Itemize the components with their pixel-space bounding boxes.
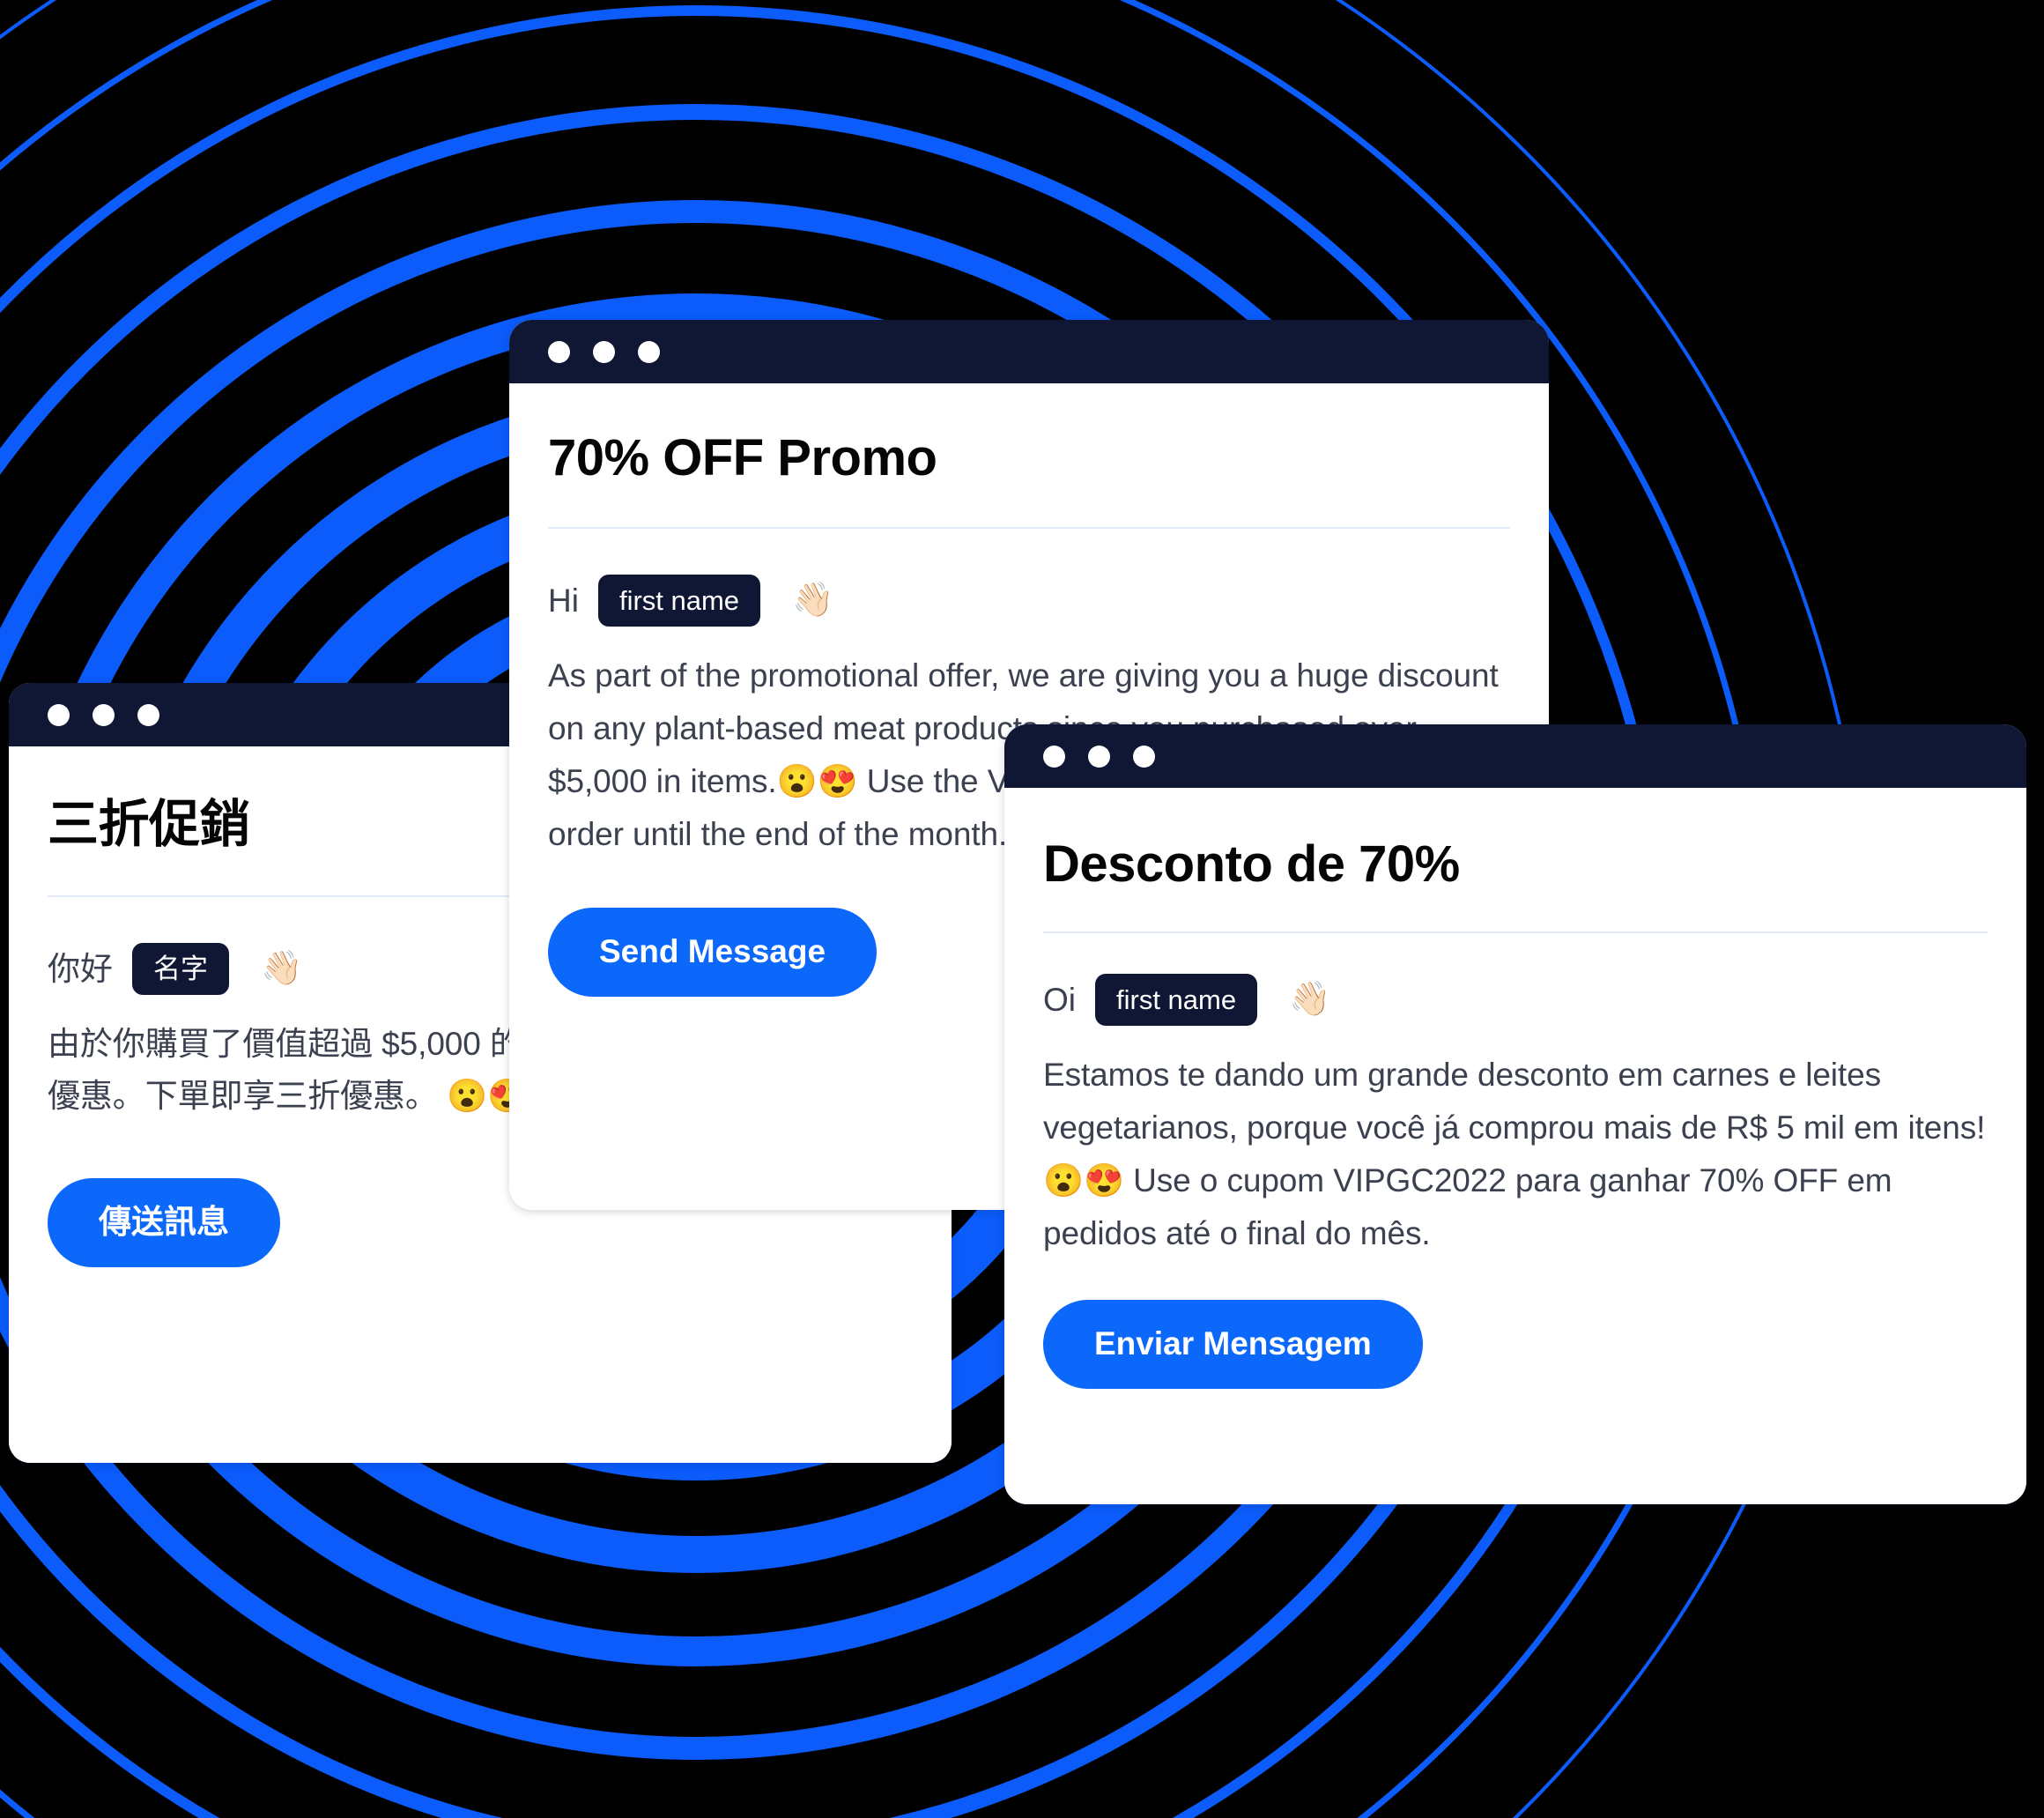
window-dot-maximize-icon[interactable] <box>638 340 660 363</box>
window-dot-close-icon[interactable] <box>48 703 70 726</box>
card-titlebar <box>1004 724 2026 788</box>
card-title: 70% OFF Promo <box>548 429 937 486</box>
window-dot-maximize-icon[interactable] <box>137 703 159 726</box>
card-body: Desconto de 70% Oi first name 👋🏻 Estamos… <box>1004 788 2026 1504</box>
send-message-button[interactable]: 傳送訊息 <box>48 1178 280 1267</box>
waving-hand-icon: 👋🏻 <box>1289 981 1331 1019</box>
send-message-button[interactable]: Enviar Mensagem <box>1043 1300 1423 1390</box>
window-dot-close-icon[interactable] <box>548 340 570 363</box>
card-titlebar <box>509 320 1549 383</box>
waving-hand-icon: 👋🏻 <box>261 950 303 988</box>
promo-card-portuguese: Desconto de 70% Oi first name 👋🏻 Estamos… <box>1004 724 2026 1504</box>
card-title: Desconto de 70% <box>1043 835 1460 893</box>
greeting-label: 你好 <box>48 950 113 987</box>
window-dot-minimize-icon[interactable] <box>1088 745 1110 768</box>
merge-tag-chip[interactable]: 名字 <box>132 942 229 995</box>
waving-hand-icon: 👋🏻 <box>792 582 834 620</box>
window-dot-minimize-icon[interactable] <box>593 340 615 363</box>
merge-tag-chip[interactable]: first name <box>1095 973 1258 1026</box>
merge-tag-chip[interactable]: first name <box>597 574 761 627</box>
send-message-button[interactable]: Send Message <box>548 908 878 998</box>
greeting-row: Hi first name 👋🏻 <box>548 529 1510 627</box>
window-dot-close-icon[interactable] <box>1043 745 1065 768</box>
window-dot-minimize-icon[interactable] <box>93 703 115 726</box>
message-body: Estamos te dando um grande desconto em c… <box>1043 1056 1986 1251</box>
greeting-row: Oi first name 👋🏻 <box>1043 933 1988 1026</box>
greeting-label: Hi <box>548 582 579 619</box>
window-dot-maximize-icon[interactable] <box>1133 745 1155 768</box>
greeting-label: Oi <box>1043 981 1076 1018</box>
cta-wrapper: Enviar Mensagem <box>1043 1259 1988 1390</box>
promo-cards-composition: 三折促銷 你好 名字 👋🏻 由於你購買了價值超過 $5,000 的肉類和植物性奶… <box>0 0 2044 1818</box>
